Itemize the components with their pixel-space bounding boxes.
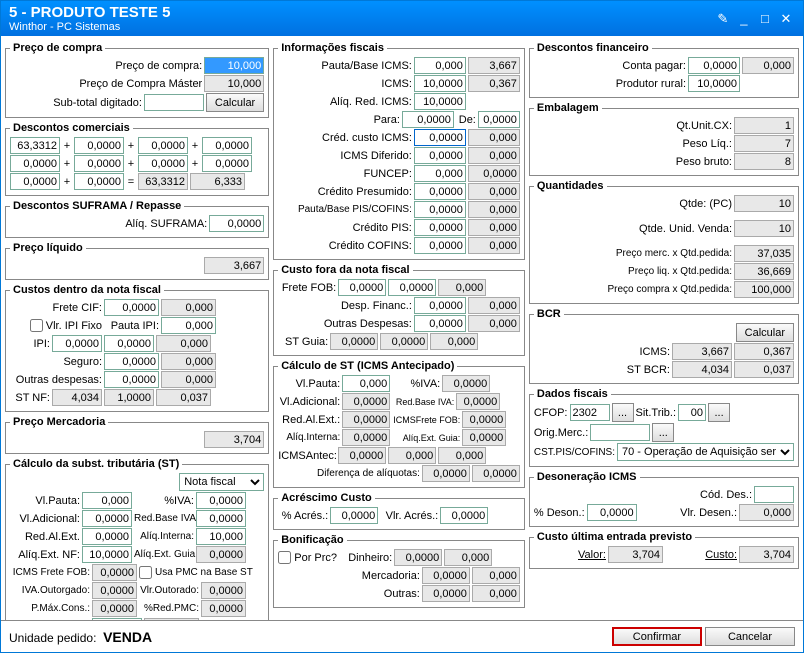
window-title: 5 - PRODUTO TESTE 5 (9, 4, 170, 21)
footer: Unidade pedido: VENDA Confirmar Cancelar (1, 620, 803, 652)
preco-compra-group: Preço de compra Preço de compra: Preço d… (5, 42, 269, 118)
preco-liquido-group: Preço líquido (5, 242, 269, 280)
ipi-fixo-check[interactable] (30, 319, 43, 332)
preco-compra-input[interactable] (204, 57, 264, 74)
bcr-calc-button[interactable]: Calcular (736, 323, 794, 342)
titlebar: 5 - PRODUTO TESTE 5 Winthor - PC Sistema… (1, 1, 803, 36)
descontos-comerciais-group: Descontos comerciais +++ +++ += (5, 122, 269, 196)
custo-ultima-group: Custo última entrada previsto Valor:Cust… (529, 531, 799, 569)
calc-antecipado-group: Cálculo de ST (ICMS Antecipado) Vl.Pauta… (273, 360, 525, 488)
cancelar-button[interactable]: Cancelar (705, 627, 795, 646)
suframa-group: Descontos SUFRAMA / Repasse Alíq. SUFRAM… (5, 200, 269, 238)
calc-st-group: Cálculo da subst. tributária (ST) Nota f… (5, 458, 269, 620)
preco-mercadoria-group: Preço Mercadoria (5, 416, 269, 454)
quantidades-group: Quantidades Qtde: (PC) Qtde. Unid. Venda… (529, 180, 799, 304)
bcr-group: BCR Calcular ICMS: ST BCR: (529, 308, 799, 384)
calcular-button[interactable]: Calcular (206, 93, 264, 112)
st-combo[interactable]: Nota fiscal (179, 473, 264, 491)
sittrib-lookup-button[interactable]: ... (708, 403, 730, 422)
window-subtitle: Winthor - PC Sistemas (9, 21, 170, 33)
pmc-check[interactable] (139, 566, 152, 579)
origmerc-lookup-button[interactable]: ... (652, 423, 674, 442)
info-fiscais-group: Informações fiscais Pauta/Base ICMS: ICM… (273, 42, 525, 260)
unidade-value: VENDA (103, 629, 152, 645)
maximize-icon[interactable]: □ (756, 11, 774, 26)
dados-fiscais-group: Dados fiscais CFOP:...Sit.Trib.:... Orig… (529, 388, 799, 467)
preco-master-input (204, 75, 264, 92)
porprc-check[interactable] (278, 551, 291, 564)
custo-fora-group: Custo fora da nota fiscal Frete FOB: Des… (273, 264, 525, 356)
close-icon[interactable]: ✕ (777, 11, 795, 27)
minimize-icon[interactable]: _ (735, 11, 753, 26)
custos-nf-group: Custos dentro da nota fiscal Frete CIF: … (5, 284, 269, 412)
embalagem-group: Embalagem Qt.Unit.CX: Peso Líq.: Peso br… (529, 102, 799, 176)
edit-icon[interactable]: ✎ (714, 11, 732, 27)
bonificacao-group: Bonificação Por Prc?Dinheiro: Mercadoria… (273, 534, 525, 608)
cst-combo[interactable]: 70 - Operação de Aquisição ser (617, 443, 794, 461)
acrescimo-group: Acréscimo Custo % Acrés.:Vlr. Acrés.: (273, 492, 525, 530)
confirmar-button[interactable]: Confirmar (612, 627, 702, 646)
desoneracao-group: Desoneração ICMS Cód. Des.: % Deson.:Vlr… (529, 471, 799, 527)
main-window: 5 - PRODUTO TESTE 5 Winthor - PC Sistema… (0, 0, 804, 653)
desc-financeiro-group: Descontos financeiro Conta pagar: Produt… (529, 42, 799, 98)
subtotal-input[interactable] (144, 94, 204, 111)
cfop-lookup-button[interactable]: ... (612, 403, 634, 422)
